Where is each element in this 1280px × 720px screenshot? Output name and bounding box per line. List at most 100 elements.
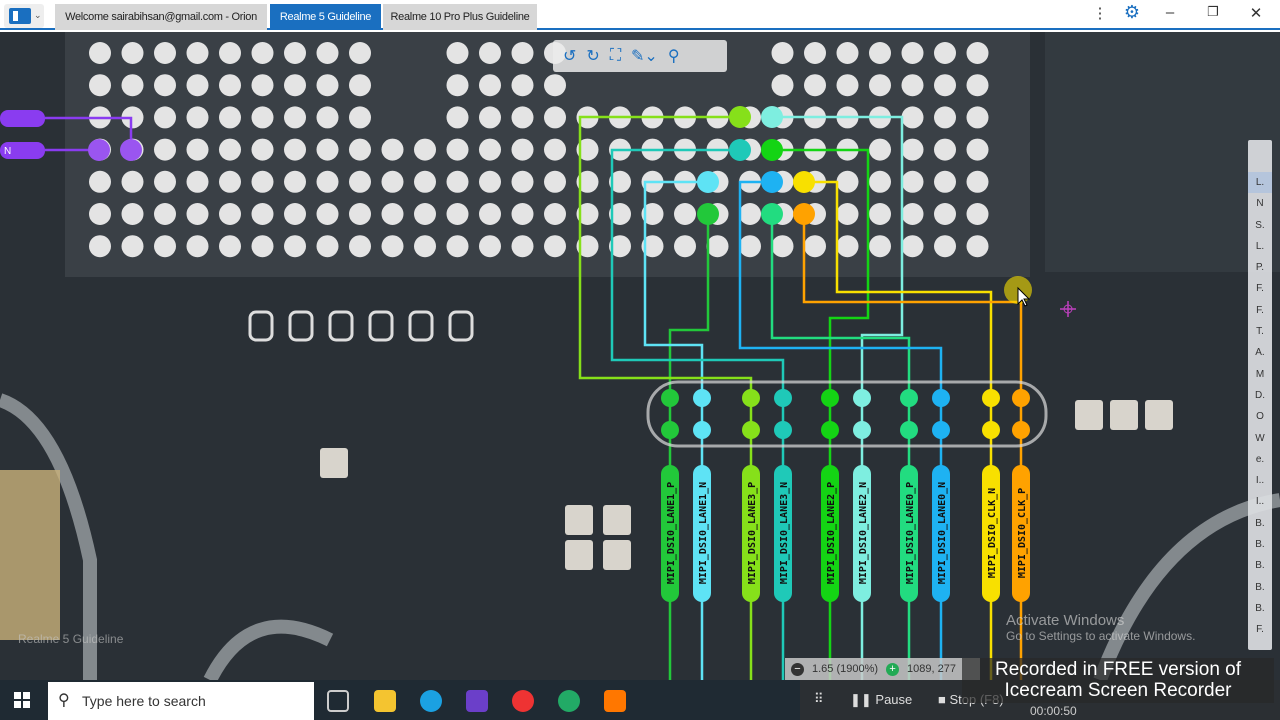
banner-line-2: Icecream Screen Recorder	[1004, 680, 1232, 701]
fit-screen-icon[interactable]: ⛶	[610, 47, 621, 65]
bga-ball	[349, 170, 371, 193]
app-menu-button[interactable]: ⌄	[4, 4, 44, 28]
bga-ball	[219, 203, 241, 225]
bga-ball	[479, 74, 501, 97]
side-index-item[interactable]: M	[1248, 364, 1272, 385]
bga-ball	[836, 42, 859, 64]
bga-ball	[869, 203, 891, 225]
viewer-toolbar: ↺ ↻ ⛶ ✎⌄ ⚲	[553, 40, 727, 72]
bga-ball	[934, 170, 956, 193]
bga-ball	[316, 170, 339, 193]
task-view-icon[interactable]	[327, 690, 349, 712]
side-index-item[interactable]: N	[1248, 193, 1272, 214]
side-index-item[interactable]: F.	[1248, 300, 1272, 321]
side-index-item[interactable]: B.	[1248, 534, 1272, 555]
side-index-item[interactable]: S.	[1248, 215, 1272, 236]
bga-ball-highlight	[120, 139, 142, 161]
bga-ball	[544, 170, 566, 193]
minimize-icon[interactable]: –	[1158, 4, 1182, 21]
app-icon[interactable]	[466, 690, 488, 712]
search-icon[interactable]: ⚲	[668, 46, 680, 66]
bga-ball	[869, 170, 891, 193]
gear-icon[interactable]: ⚙	[1120, 2, 1144, 23]
pause-button[interactable]: ❚❚ Pause	[850, 692, 912, 708]
bga-ball	[544, 106, 566, 129]
file-explorer-icon[interactable]	[374, 690, 396, 712]
bga-ball	[154, 74, 176, 97]
bga-ball	[186, 74, 209, 97]
bga-ball	[219, 42, 241, 64]
bga-ball	[901, 106, 924, 129]
bga-ball	[544, 203, 566, 225]
bga-ball	[316, 138, 339, 161]
bga-ball	[154, 170, 176, 193]
taskbar-search-input[interactable]: ⚲ Type here to search	[48, 682, 314, 720]
connector-pad	[693, 389, 711, 407]
bga-ball	[316, 74, 339, 97]
rotate-right-icon[interactable]: ↻	[586, 46, 599, 66]
connector-pad	[742, 421, 760, 439]
bga-ball	[251, 235, 274, 258]
side-index-item[interactable]: I..	[1248, 470, 1272, 491]
tab-realme-10-pro-plus-guideline[interactable]: Realme 10 Pro Plus Guideline	[383, 4, 537, 30]
bga-ball	[479, 42, 501, 64]
bga-ball	[771, 74, 794, 97]
side-index-item[interactable]: e.	[1248, 449, 1272, 470]
side-index-item[interactable]: F.	[1248, 278, 1272, 299]
brush-icon[interactable]: ✎⌄	[631, 46, 658, 66]
rotate-left-icon[interactable]: ↺	[563, 46, 576, 66]
bga-ball	[446, 203, 469, 225]
schematic-viewer[interactable]: N MIPI_DSI0_LANE1_P MIPI_DSI0_LANE1_N MIPI_…	[0, 32, 1280, 680]
bga-ball	[901, 170, 924, 193]
bga-ball	[966, 42, 989, 64]
side-index-item[interactable]: P.	[1248, 257, 1272, 278]
zoom-out-button[interactable]: −	[791, 662, 804, 676]
app-icon[interactable]	[558, 690, 580, 712]
bga-ball	[186, 235, 209, 258]
side-index-item[interactable]: L.	[1248, 172, 1272, 194]
side-index-item[interactable]: I..	[1248, 491, 1272, 512]
side-index-item[interactable]: B.	[1248, 577, 1272, 598]
smd-component	[565, 505, 593, 535]
bga-ball	[511, 170, 534, 193]
zoom-level: 1.65 (1900%)	[812, 663, 879, 675]
edge-icon[interactable]	[420, 690, 442, 712]
bga-ball	[316, 203, 339, 225]
restore-icon[interactable]: ❐	[1201, 4, 1225, 20]
side-index-item[interactable]: D.	[1248, 385, 1272, 406]
drag-handle-icon[interactable]: ⠿	[814, 691, 824, 707]
bga-ball	[674, 203, 696, 225]
connector-pad	[1012, 389, 1030, 407]
smd-component	[1145, 400, 1173, 430]
bga-ball	[511, 203, 534, 225]
bga-ball	[121, 42, 144, 64]
bga-ball	[284, 106, 306, 129]
bga-ball	[414, 170, 436, 193]
side-index-item[interactable]: B.	[1248, 598, 1272, 619]
side-index-item[interactable]: A.	[1248, 342, 1272, 363]
bga-ball	[836, 74, 859, 97]
side-index-item[interactable]: B.	[1248, 513, 1272, 534]
zoom-in-button[interactable]: +	[886, 662, 900, 676]
bga-ball	[186, 203, 209, 225]
side-index-item[interactable]: F.	[1248, 619, 1272, 640]
more-icon[interactable]: ⋮	[1088, 4, 1112, 22]
recorder-app-icon[interactable]	[604, 690, 626, 712]
smd-component	[1110, 400, 1138, 430]
side-index-item[interactable]: O	[1248, 406, 1272, 427]
bga-ball-highlight	[761, 139, 783, 161]
side-index-item[interactable]: B.	[1248, 555, 1272, 576]
watermark: Realme 5 Guideline	[18, 632, 124, 646]
tab-realme-5-guideline[interactable]: Realme 5 Guideline	[270, 4, 381, 30]
windows-start-icon[interactable]	[14, 692, 30, 708]
chrome-icon[interactable]	[512, 690, 534, 712]
close-icon[interactable]: ✕	[1244, 4, 1268, 22]
side-index-item[interactable]: T.	[1248, 321, 1272, 342]
bga-ball	[479, 235, 501, 258]
tab-welcome[interactable]: Welcome sairabihsan@gmail.com - Orion	[55, 4, 267, 30]
signal-label-text: MIPI_DSI0_LANE2_N	[858, 482, 869, 584]
side-index-item[interactable]: W	[1248, 428, 1272, 449]
side-index-item[interactable]: L.	[1248, 236, 1272, 257]
pause-label: Pause	[875, 692, 913, 707]
bga-ball	[251, 203, 274, 225]
